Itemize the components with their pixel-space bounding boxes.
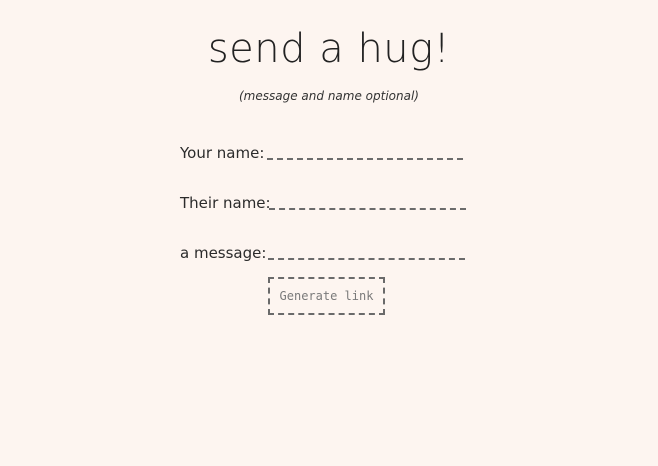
page-title: send a hug! <box>207 26 451 72</box>
their-name-label: Their name: <box>180 194 271 212</box>
page-subtitle: (message and name optional) <box>239 89 419 103</box>
your-name-label: Your name: <box>180 144 265 162</box>
message-input[interactable] <box>268 240 465 260</box>
their-name-input[interactable] <box>269 190 466 210</box>
generate-link-button[interactable]: Generate link <box>268 277 385 315</box>
message-label: a message: <box>180 244 267 262</box>
your-name-input[interactable] <box>267 140 463 160</box>
